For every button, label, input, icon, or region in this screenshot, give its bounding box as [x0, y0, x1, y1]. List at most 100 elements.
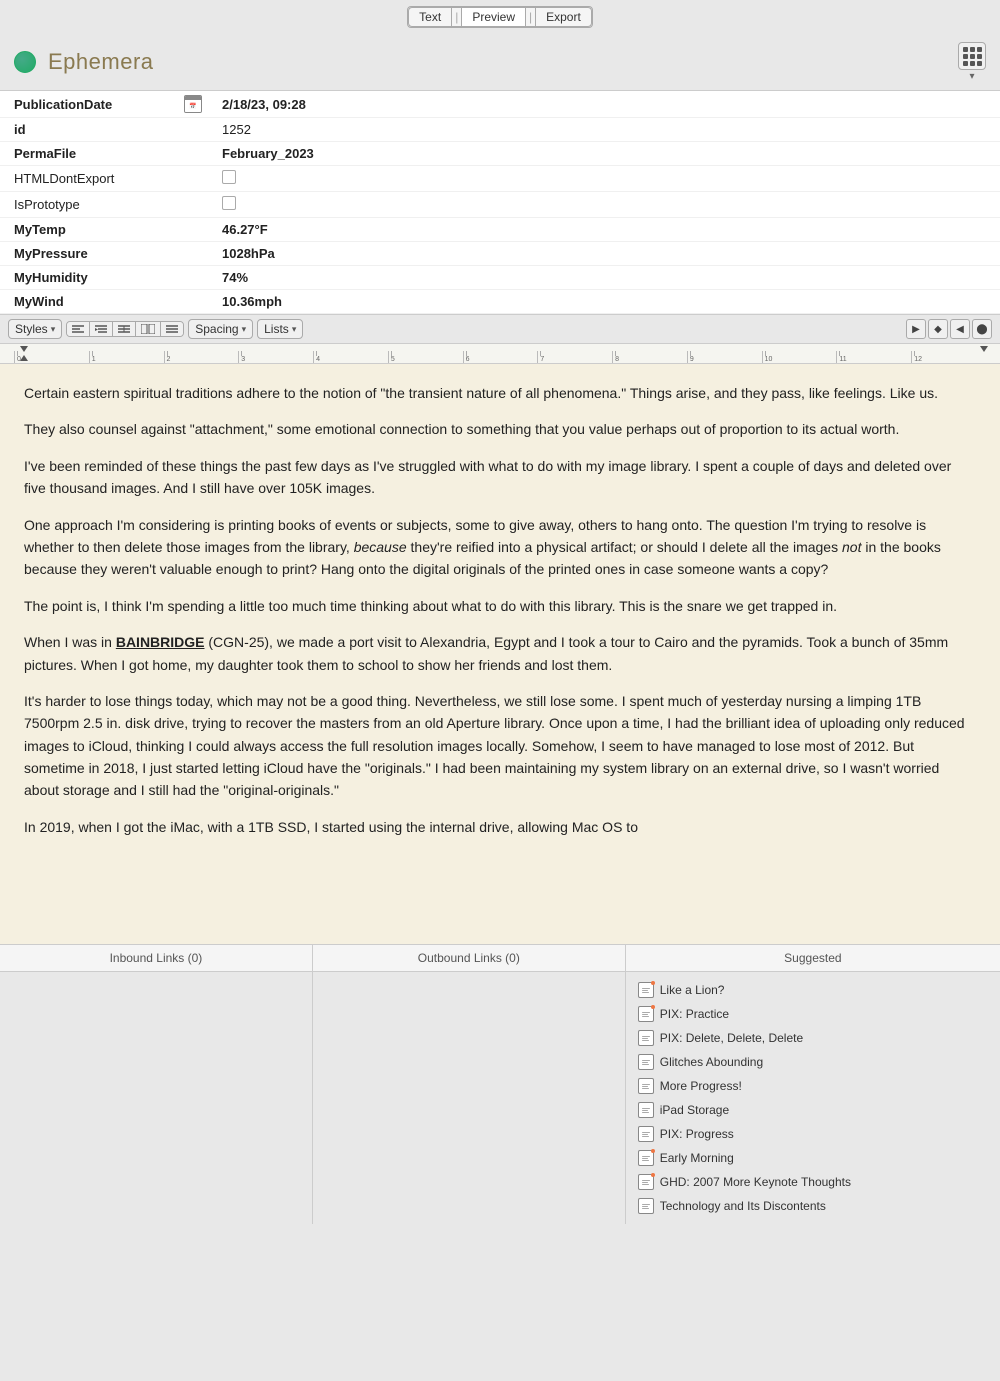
ruler: 0 1 2 3 4	[0, 344, 1000, 364]
chevron-down-icon[interactable]: ▾	[969, 71, 974, 82]
suggested-item-label: Glitches Abounding	[660, 1055, 763, 1069]
header-right[interactable]: ▾	[958, 42, 986, 82]
text-style-icon[interactable]	[113, 322, 136, 336]
field-value: 1028hPa	[208, 242, 1000, 266]
field-icon-cell	[180, 218, 208, 242]
field-icon-cell	[180, 192, 208, 218]
field-icon-cell: 📅	[180, 91, 208, 118]
doc-icon	[638, 1126, 654, 1142]
field-value	[208, 192, 1000, 218]
suggested-item[interactable]: Early Morning	[632, 1146, 994, 1170]
suggested-item[interactable]: PIX: Delete, Delete, Delete	[632, 1026, 994, 1050]
skip-back-button[interactable]: ◀	[950, 319, 970, 339]
table-row: id 1252	[0, 118, 1000, 142]
indent-right-icon[interactable]	[161, 322, 183, 336]
checkbox-htmldontexport[interactable]	[222, 170, 236, 184]
field-icon-cell	[180, 166, 208, 192]
suggested-item[interactable]: Glitches Abounding	[632, 1050, 994, 1074]
outbound-body	[313, 972, 625, 984]
indent-icon[interactable]	[90, 322, 113, 336]
doc-icon	[638, 1174, 654, 1190]
diamond-button[interactable]: ◆	[928, 319, 948, 339]
field-label: MyTemp	[0, 218, 180, 242]
suggested-item-label: More Progress!	[660, 1079, 742, 1093]
suggested-body: Like a Lion? PIX: PracticePIX: Delete, De…	[626, 972, 1000, 1224]
doc-icon	[638, 1198, 654, 1214]
field-value: 2/18/23, 09:28	[208, 91, 1000, 118]
paragraph-4: One approach I'm considering is printing…	[24, 514, 976, 581]
suggested-item[interactable]: GHD: 2007 More Keynote Thoughts	[632, 1170, 994, 1194]
field-label: IsPrototype	[0, 192, 180, 218]
table-row: HTMLDontExport	[0, 166, 1000, 192]
tab-separator: |	[452, 7, 461, 27]
suggested-item[interactable]: Like a Lion?	[632, 978, 994, 1002]
paragraph-2: They also counsel against "attachment," …	[24, 418, 976, 440]
suggested-item-label: Like a Lion?	[660, 983, 725, 997]
chevron-down-icon: ▾	[292, 324, 297, 335]
align-left-icon[interactable]	[67, 322, 90, 336]
chevron-down-icon: ▾	[51, 324, 56, 335]
content-area[interactable]: Certain eastern spiritual traditions adh…	[0, 364, 1000, 944]
suggested-item[interactable]: PIX: Progress	[632, 1122, 994, 1146]
paragraph-1: Certain eastern spiritual traditions adh…	[24, 382, 976, 404]
suggested-item[interactable]: iPad Storage	[632, 1098, 994, 1122]
paragraph-7: It's harder to lose things today, which …	[24, 690, 976, 802]
field-value: 1252	[208, 118, 1000, 142]
field-label: PermaFile	[0, 142, 180, 166]
field-label: MyHumidity	[0, 266, 180, 290]
stop-button[interactable]: ⬤	[972, 319, 992, 339]
tab-export[interactable]: Export	[535, 7, 592, 27]
doc-icon	[638, 1102, 654, 1118]
table-row: MyPressure 1028hPa	[0, 242, 1000, 266]
format-icons-group	[66, 321, 184, 337]
suggested-item-label: Technology and Its Discontents	[660, 1199, 826, 1213]
field-value: February_2023	[208, 142, 1000, 166]
table-row: MyWind 10.36mph	[0, 290, 1000, 314]
top-bar: Text | Preview | Export	[0, 0, 1000, 34]
toolbar-right: ▶ ◆ ◀ ⬤	[906, 319, 992, 339]
tab-text[interactable]: Text	[408, 7, 452, 27]
lists-button[interactable]: Lists ▾	[257, 319, 303, 339]
field-value	[208, 166, 1000, 192]
checkbox-isprototype[interactable]	[222, 196, 236, 210]
paragraph-6: When I was in BAINBRIDGE (CGN-25), we ma…	[24, 631, 976, 676]
column-icon[interactable]	[136, 322, 161, 336]
table-row: PublicationDate 📅 2/18/23, 09:28	[0, 91, 1000, 118]
field-icon-cell	[180, 242, 208, 266]
doc-icon	[638, 1054, 654, 1070]
inbound-header: Inbound Links (0)	[0, 945, 312, 972]
tab-separator2: |	[526, 7, 535, 27]
italic-text: because	[354, 539, 407, 555]
styles-button[interactable]: Styles ▾	[8, 319, 62, 339]
spacing-button[interactable]: Spacing ▾	[188, 319, 253, 339]
table-row: MyHumidity 74%	[0, 266, 1000, 290]
notification-dot	[651, 981, 655, 985]
doc-icon	[638, 1150, 654, 1166]
page-title: Ephemera	[48, 49, 154, 75]
field-label: PublicationDate	[0, 91, 180, 118]
outbound-header: Outbound Links (0)	[313, 945, 625, 972]
doc-icon	[638, 1006, 654, 1022]
suggested-item-label: PIX: Progress	[660, 1127, 734, 1141]
notification-dot	[651, 1005, 655, 1009]
tab-preview[interactable]: Preview	[461, 7, 526, 27]
panel-inbound: Inbound Links (0)	[0, 945, 313, 1224]
suggested-item[interactable]: PIX: Practice	[632, 1002, 994, 1026]
field-label: HTMLDontExport	[0, 166, 180, 192]
play-button[interactable]: ▶	[906, 319, 926, 339]
grid-icon[interactable]	[958, 42, 986, 70]
field-label: MyPressure	[0, 242, 180, 266]
app-header: Ephemera ▾	[0, 34, 1000, 90]
table-row: MyTemp 46.27°F	[0, 218, 1000, 242]
field-label: id	[0, 118, 180, 142]
suggested-item-label: Early Morning	[660, 1151, 734, 1165]
doc-icon	[638, 1030, 654, 1046]
field-label: MyWind	[0, 290, 180, 314]
suggested-header: Suggested	[626, 945, 1000, 972]
suggested-item[interactable]: Technology and Its Discontents	[632, 1194, 994, 1218]
suggested-item[interactable]: More Progress!	[632, 1074, 994, 1098]
field-icon-cell	[180, 118, 208, 142]
bottom-panels: Inbound Links (0) Outbound Links (0) Sug…	[0, 944, 1000, 1224]
paragraph-3: I've been reminded of these things the p…	[24, 455, 976, 500]
panel-outbound: Outbound Links (0)	[313, 945, 626, 1224]
